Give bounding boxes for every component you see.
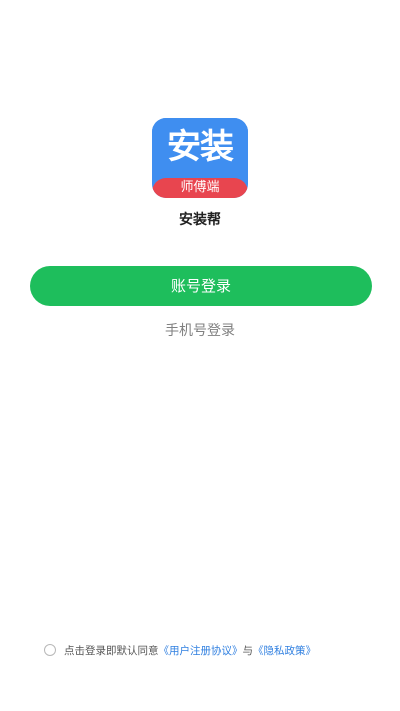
phone-login-link[interactable]: 手机号登录 — [0, 320, 400, 342]
agreement-checkbox[interactable] — [44, 644, 56, 656]
account-login-button[interactable]: 账号登录 — [30, 266, 372, 306]
app-name: 安装帮 — [179, 212, 221, 228]
user-agreement-link[interactable]: 《用户注册协议》 — [159, 643, 243, 658]
agreement-prefix: 点击登录即默认同意 — [64, 644, 159, 657]
logo-bottom-band: 师傅端 — [152, 178, 248, 198]
agreement-row: 点击登录即默认同意 《用户注册协议》 与 《隐私政策》 — [44, 642, 374, 658]
app-logo: 安装 师傅端 — [152, 118, 248, 198]
agreement-connector: 与 — [242, 644, 254, 657]
logo-sub-text: 师傅端 — [180, 180, 220, 195]
logo-main-text: 安装 — [167, 127, 234, 167]
privacy-policy-link[interactable]: 《隐私政策》 — [253, 643, 316, 658]
